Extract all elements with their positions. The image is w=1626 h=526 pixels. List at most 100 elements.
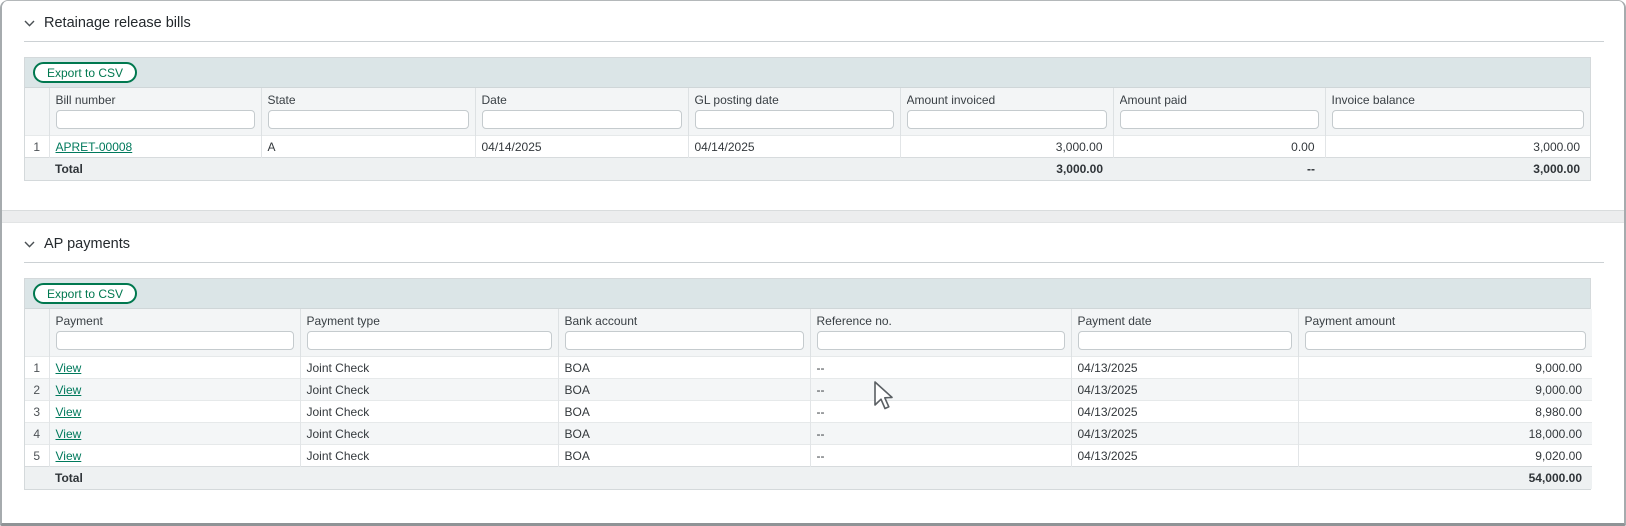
cell-payment-date: 04/13/2025 <box>1071 401 1298 423</box>
ap-payments-grid-block: Export to CSV PaymentPayment typeBank ac… <box>24 278 1591 490</box>
total-gl-posting-date <box>688 158 900 180</box>
title-divider <box>24 262 1604 263</box>
table-row: 5ViewJoint CheckBOA--04/13/20259,020.00 <box>25 445 1592 467</box>
column-label: Payment type <box>307 314 552 328</box>
column-header-gl-posting-date: GL posting date <box>688 88 900 136</box>
cell-payment-type: Joint Check <box>300 445 558 467</box>
total-label: Total <box>49 158 261 180</box>
filter-input-invoice-balance[interactable] <box>1332 110 1585 129</box>
title-divider <box>24 41 1604 42</box>
filter-input-gl-posting-date[interactable] <box>695 110 894 129</box>
cell-payment-amount: 8,980.00 <box>1298 401 1592 423</box>
apret-00008-link[interactable]: APRET-00008 <box>56 140 133 154</box>
filter-input-payment-amount[interactable] <box>1305 331 1587 350</box>
total-label: Total <box>49 467 300 489</box>
column-header-payment-amount: Payment amount <box>1298 309 1592 357</box>
export-to-csv-button[interactable]: Export to CSV <box>33 62 137 83</box>
section-header-ap-payments: AP payments <box>24 235 1604 253</box>
cell-payment-amount: 9,000.00 <box>1298 379 1592 401</box>
filter-input-bill-number[interactable] <box>56 110 255 129</box>
total-bank-account <box>558 467 810 489</box>
section-ap-payments: AP payments Export to CSV Payment Payment… <box>2 223 1624 505</box>
cell-reference-no: -- <box>810 357 1071 379</box>
cell-payment-date: 04/13/2025 <box>1071 379 1298 401</box>
column-label: Reference no. <box>817 314 1065 328</box>
view-link[interactable]: View <box>56 449 82 463</box>
total-row: Total 3,000.00--3,000.00 <box>25 158 1590 180</box>
table-row: 1APRET-00008A04/14/202504/14/20253,000.0… <box>25 136 1590 158</box>
cell-payment: View <box>49 379 300 401</box>
column-label: Payment <box>56 314 294 328</box>
cell-invoice-balance: 3,000.00 <box>1325 136 1590 158</box>
table-header-row: Bill number State Date GL posting date Amoun… <box>25 88 1590 136</box>
section-retainage-release-bills: Retainage release bills Export to CSV Bi… <box>2 1 1624 210</box>
chevron-down-icon[interactable] <box>24 241 35 248</box>
table-row: 3ViewJoint CheckBOA--04/13/20258,980.00 <box>25 401 1592 423</box>
cell-gl-posting-date: 04/14/2025 <box>688 136 900 158</box>
column-header-date: Date <box>475 88 688 136</box>
table-row: 1ViewJoint CheckBOA--04/13/20259,000.00 <box>25 357 1592 379</box>
filter-input-payment[interactable] <box>56 331 294 350</box>
chevron-down-icon[interactable] <box>24 20 35 27</box>
total-payment-date <box>1071 467 1298 489</box>
column-label: Date <box>482 93 682 107</box>
table-row: 2ViewJoint CheckBOA--04/13/20259,000.00 <box>25 379 1592 401</box>
total-invoice-balance: 3,000.00 <box>1325 158 1590 180</box>
total-amount-paid: -- <box>1113 158 1325 180</box>
column-header-payment-type: Payment type <box>300 309 558 357</box>
total-date <box>475 158 688 180</box>
cell-bank-account: BOA <box>558 423 810 445</box>
cell-bill-number: APRET-00008 <box>49 136 261 158</box>
filter-input-payment-type[interactable] <box>307 331 552 350</box>
filter-input-payment-date[interactable] <box>1078 331 1292 350</box>
row-number: 2 <box>25 379 49 401</box>
retainage-release-bills-table: Bill number State Date GL posting date Amoun… <box>25 88 1590 180</box>
cell-payment-date: 04/13/2025 <box>1071 357 1298 379</box>
filter-input-bank-account[interactable] <box>565 331 804 350</box>
view-link[interactable]: View <box>56 383 82 397</box>
cell-payment-date: 04/13/2025 <box>1071 423 1298 445</box>
grid-toolbar: Export to CSV <box>25 58 1590 88</box>
column-header-bill-number: Bill number <box>49 88 261 136</box>
cell-reference-no: -- <box>810 423 1071 445</box>
total-row-gutter <box>25 158 49 180</box>
column-header-invoice-balance: Invoice balance <box>1325 88 1590 136</box>
column-label: Payment date <box>1078 314 1292 328</box>
total-row: Total54,000.00 <box>25 467 1592 489</box>
filter-input-amount-invoiced[interactable] <box>907 110 1107 129</box>
total-amount-invoiced: 3,000.00 <box>900 158 1113 180</box>
cell-payment: View <box>49 445 300 467</box>
cell-reference-no: -- <box>810 401 1071 423</box>
filter-input-state[interactable] <box>268 110 469 129</box>
export-to-csv-button[interactable]: Export to CSV <box>33 283 137 304</box>
filter-input-date[interactable] <box>482 110 682 129</box>
filter-input-reference-no[interactable] <box>817 331 1065 350</box>
column-header-amount-paid: Amount paid <box>1113 88 1325 136</box>
column-label: Amount paid <box>1120 93 1319 107</box>
total-payment-type <box>300 467 558 489</box>
column-label: GL posting date <box>695 93 894 107</box>
column-header-state: State <box>261 88 475 136</box>
ap-payments-table: PaymentPayment typeBank accountReference… <box>25 309 1592 489</box>
view-link[interactable]: View <box>56 405 82 419</box>
row-number-header <box>25 88 49 136</box>
cell-payment-date: 04/13/2025 <box>1071 445 1298 467</box>
cell-date: 04/14/2025 <box>475 136 688 158</box>
filter-input-amount-paid[interactable] <box>1120 110 1319 129</box>
cell-bank-account: BOA <box>558 357 810 379</box>
column-header-reference-no: Reference no. <box>810 309 1071 357</box>
view-link[interactable]: View <box>56 427 82 441</box>
cell-payment: View <box>49 401 300 423</box>
column-header-amount-invoiced: Amount invoiced <box>900 88 1113 136</box>
row-number: 5 <box>25 445 49 467</box>
row-number-header <box>25 309 49 357</box>
section-divider-strip <box>2 210 1624 223</box>
view-link[interactable]: View <box>56 361 82 375</box>
column-label: State <box>268 93 469 107</box>
total-row-gutter <box>25 467 49 489</box>
column-label: Bill number <box>56 93 255 107</box>
row-number: 1 <box>25 136 49 158</box>
content-frame: Retainage release bills Export to CSV Bi… <box>0 0 1626 526</box>
cell-payment-amount: 18,000.00 <box>1298 423 1592 445</box>
column-header-payment: Payment <box>49 309 300 357</box>
